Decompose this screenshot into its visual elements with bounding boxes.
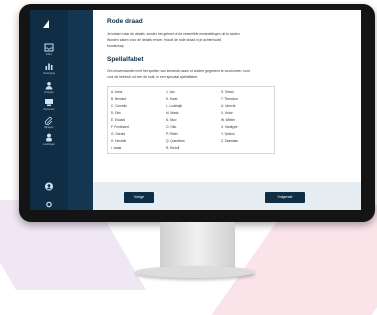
text-line: voor de telefoon uit een de buitr, in ee… — [107, 75, 199, 79]
alphabet-cell: M. Maria — [166, 111, 179, 115]
alphabet-cell: Z. Zaandam — [221, 139, 239, 143]
submenu-column: › › › › › › — [68, 10, 117, 210]
alphabet-cell: E. Eduard — [111, 118, 126, 122]
sidebar-item-label: Docenten — [43, 108, 55, 111]
alphabet-cell: X. Xantippe — [221, 125, 238, 129]
spelling-alphabet-table: A. Anna B. Bernard C. Cornelis D. Dirk E… — [107, 86, 275, 154]
sidebar-item-docenten[interactable]: Docenten — [34, 98, 64, 111]
settings-button[interactable] — [34, 200, 64, 209]
sidebar-item-label: Inbox — [45, 53, 53, 56]
sidebar-item-groepen[interactable]: Groepen — [34, 81, 64, 94]
section-text-rode-draad: Je luistert naar de details, zonder het … — [107, 31, 335, 49]
alphabet-cell: W. Willem — [221, 118, 236, 122]
section-text-spellalfabet: Om misverstanden met het spellen van iem… — [107, 68, 335, 80]
alphabet-cell: T. Theodoor — [221, 97, 238, 101]
alphabet-cell: B. Bernard — [111, 97, 127, 101]
monitor-bezel: Inbox Voortgang Groepen Docenten Bijlage… — [19, 4, 375, 222]
alphabet-cell: L. Lodewijk — [166, 104, 182, 108]
alphabet-cell: S. Simon — [221, 90, 234, 94]
alphabet-cell: F. Ferdinand — [111, 125, 129, 129]
monitor-stand-neck — [160, 222, 235, 270]
alphabet-cell: K. Karel — [166, 97, 178, 101]
gear-icon — [46, 201, 52, 208]
sidebar: Inbox Voortgang Groepen Docenten Bijlage… — [30, 10, 68, 210]
inbox-icon — [44, 43, 54, 52]
previous-button[interactable]: Vorige — [124, 192, 154, 203]
bar-chart-icon — [45, 63, 53, 70]
app-logo-icon — [43, 20, 49, 28]
text-line: boodschap — [107, 44, 124, 48]
alphabet-cell: N. Nico — [166, 118, 177, 122]
profile-button[interactable] — [34, 182, 64, 191]
sidebar-item-label: Bijlagen — [44, 126, 54, 129]
alphabet-cell: H. Hendrik — [111, 139, 127, 143]
section-title-rode-draad: Rode draad — [107, 18, 143, 25]
sidebar-item-inbox[interactable]: Inbox — [34, 43, 64, 56]
alphabet-cell: I. Izaak — [111, 146, 122, 150]
alphabet-cell: O. Otto — [166, 125, 177, 129]
sidebar-item-label: Groepen — [43, 91, 55, 94]
section-title-spellalfabet: Spellalfabet — [107, 56, 144, 63]
alphabet-cell: D. Dirk — [111, 111, 121, 115]
alphabet-cell: U. Utrecht — [221, 104, 236, 108]
teacher-icon — [45, 99, 53, 106]
paperclip-icon — [44, 116, 53, 125]
next-button[interactable]: Volgende — [265, 192, 305, 203]
alphabet-cell: P. Pieter — [166, 132, 178, 136]
sidebar-item-bijlagen[interactable]: Bijlagen — [34, 116, 64, 129]
alphabet-cell: G. Gerard — [111, 132, 126, 136]
user-icon — [45, 182, 53, 191]
group-icon — [45, 82, 53, 90]
sidebar-item-label: Leerlingen — [42, 143, 56, 146]
sidebar-item-voortgang[interactable]: Voortgang — [34, 62, 64, 75]
alphabet-cell: A. Anna — [111, 90, 123, 94]
screen: Inbox Voortgang Groepen Docenten Bijlage… — [30, 10, 361, 210]
alphabet-cell: R. Rudolf — [166, 146, 180, 150]
alphabet-cell: C. Cornelis — [111, 104, 127, 108]
alphabet-cell: Q. Quentinus — [166, 139, 185, 143]
sidebar-item-leerlingen[interactable]: Leerlingen — [34, 133, 64, 146]
student-icon — [46, 133, 52, 142]
alphabet-cell: V. Victor — [221, 111, 233, 115]
sidebar-item-label: Voortgang — [43, 72, 55, 75]
alphabet-cell: Y. Ypsilon — [221, 132, 235, 136]
main-content: Rode draad Je luistert naar de details, … — [93, 10, 361, 210]
monitor-stand-base — [135, 266, 255, 278]
alphabet-cell: J. Jan — [166, 90, 175, 94]
